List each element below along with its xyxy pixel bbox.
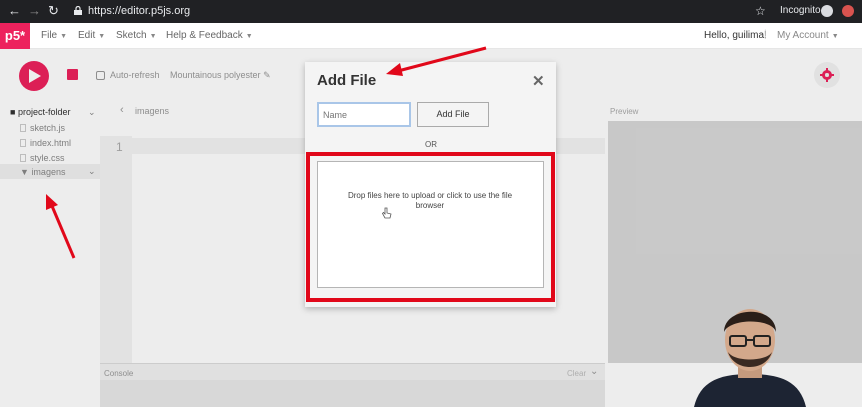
menu-file[interactable]: File ▼ [41,30,67,41]
browser-toolbar: ← → ↻ https://editor.p5js.org ☆ Incognit… [0,0,862,23]
chevron-down-icon: ▼ [831,33,839,40]
modal-title: Add File [317,72,377,89]
webcam-presenter [694,309,806,407]
or-divider: OR [425,140,437,149]
annotation-arrow-icon [46,194,76,259]
file-name-input[interactable] [317,102,411,127]
incognito-icon [821,5,833,17]
bookmark-star-icon[interactable]: ☆ [755,3,766,19]
back-icon[interactable]: ← [8,3,21,19]
address-bar[interactable]: https://editor.p5js.org [88,4,190,18]
menu-sketch[interactable]: Sketch ▼ [116,30,157,41]
p5-logo[interactable]: p5* [0,23,30,49]
chevron-down-icon: ▼ [98,33,106,40]
chevron-down-icon: ▼ [245,33,253,40]
chevron-down-icon: ▼ [149,33,157,40]
user-greeting: Hello, guilima! [704,30,767,41]
annotation-arrow-icon [386,46,487,76]
annotation-highlight-box [306,152,555,302]
menu-my-account[interactable]: My Account ▼ [777,30,839,41]
nav-divider: | [764,29,767,40]
incognito-label: Incognito [780,5,821,16]
reload-icon[interactable]: ↻ [48,3,59,19]
chevron-down-icon: ▼ [60,33,68,40]
close-icon[interactable]: ✕ [532,72,545,90]
extension-icon[interactable] [842,5,854,17]
menu-help[interactable]: Help & Feedback ▼ [166,30,253,41]
add-file-button[interactable]: Add File [417,102,489,127]
lock-icon [74,6,82,15]
menu-edit[interactable]: Edit ▼ [78,30,105,41]
forward-icon[interactable]: → [28,3,41,19]
